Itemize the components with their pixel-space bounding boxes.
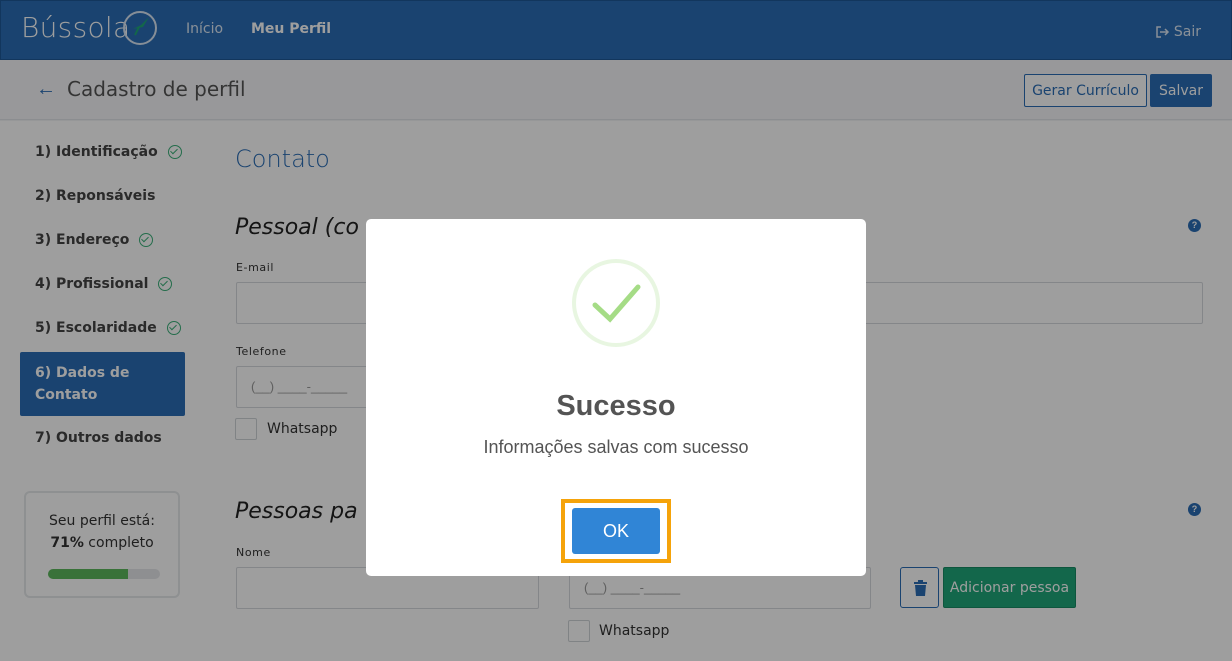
success-dialog: Sucesso Informações salvas com sucesso O… bbox=[366, 219, 866, 576]
ok-button[interactable]: OK bbox=[572, 508, 660, 554]
dialog-title: Sucesso bbox=[556, 390, 676, 422]
dialog-message: Informações salvas com sucesso bbox=[483, 437, 749, 457]
success-check-icon bbox=[572, 259, 660, 347]
